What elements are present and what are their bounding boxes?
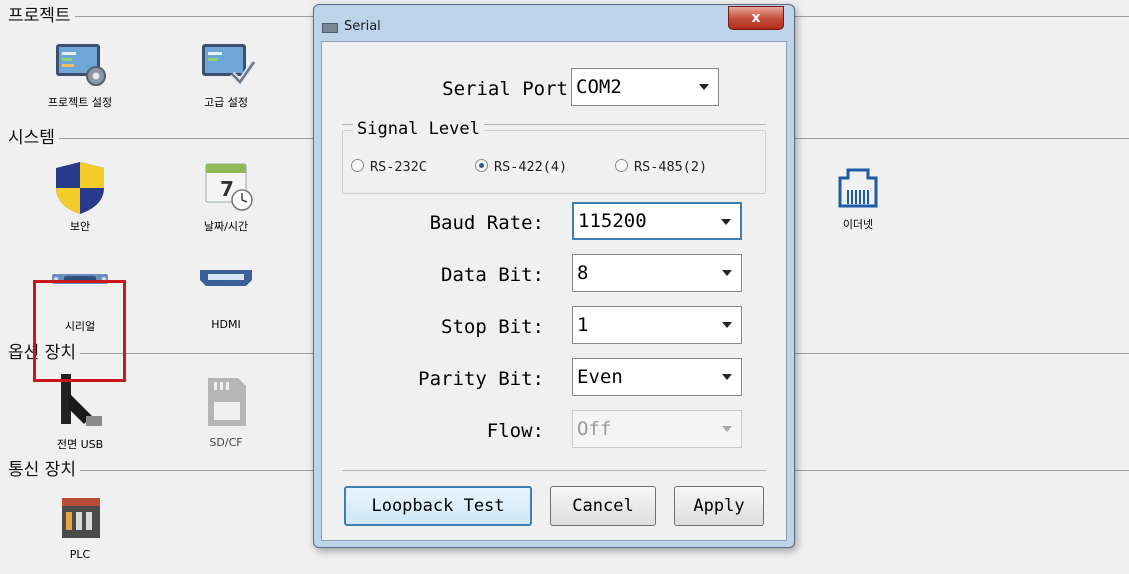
tile-plc[interactable]: PLC xyxy=(30,492,130,561)
data-bit-select[interactable]: 8 xyxy=(572,254,742,292)
project-settings-icon xyxy=(48,40,112,88)
close-button[interactable]: x xyxy=(728,6,784,30)
section-title-project: 프로젝트 xyxy=(8,6,75,26)
radio-label: RS-485(2) xyxy=(634,159,708,175)
section-title-system: 시스템 xyxy=(8,128,59,148)
radio-off-icon xyxy=(351,159,364,172)
tile-date-time[interactable]: 7 날짜/시간 xyxy=(176,160,276,234)
signal-level-title: Signal Level xyxy=(353,119,484,139)
tile-sd-cf[interactable]: SD/CF xyxy=(176,372,276,449)
parity-bit-select[interactable]: Even xyxy=(572,358,742,396)
serial-dialog: Serial x Serial Port COM2 Signal Level R… xyxy=(313,4,795,548)
plc-icon xyxy=(48,492,112,542)
chevron-down-icon xyxy=(722,426,732,432)
chevron-down-icon xyxy=(721,219,731,225)
radio-label: RS-422(4) xyxy=(494,159,568,175)
stop-bit-value: 1 xyxy=(577,314,589,336)
flow-label: Flow: xyxy=(486,420,544,442)
radio-rs422[interactable]: RS-422(4) xyxy=(475,159,567,175)
signal-level-group: Signal Level RS-232C RS-422(4) RS-485(2) xyxy=(342,119,766,194)
serial-port-label: Serial Port xyxy=(442,78,568,100)
separator xyxy=(342,470,766,471)
flow-select: Off xyxy=(572,410,742,448)
dialog-title: Serial xyxy=(344,19,381,34)
hdmi-port-icon xyxy=(194,264,258,304)
tile-label: 날짜/시간 xyxy=(203,220,249,233)
tile-label: 고급 설정 xyxy=(204,96,248,109)
apply-button[interactable]: Apply xyxy=(674,486,764,526)
cancel-button[interactable]: Cancel xyxy=(550,486,656,526)
radio-off-icon xyxy=(615,159,628,172)
data-bit-value: 8 xyxy=(577,262,589,284)
loopback-test-button[interactable]: Loopback Test xyxy=(344,486,532,526)
tile-label: 전면 USB xyxy=(56,438,104,451)
sd-card-icon xyxy=(194,372,258,430)
baud-rate-label: Baud Rate: xyxy=(429,212,544,234)
chevron-down-icon xyxy=(722,270,732,276)
tile-label: HDMI xyxy=(211,318,241,331)
stop-bit-label: Stop Bit: xyxy=(441,316,544,338)
stop-bit-select[interactable]: 1 xyxy=(572,306,742,344)
tile-advanced-settings[interactable]: 고급 설정 xyxy=(176,40,276,110)
tile-front-usb[interactable]: 전면 USB xyxy=(30,372,130,452)
ethernet-port-icon xyxy=(826,162,890,210)
tile-label: 프로젝트 설정 xyxy=(47,96,113,109)
tile-hdmi[interactable]: HDMI xyxy=(176,264,276,331)
parity-bit-label: Parity Bit: xyxy=(418,368,544,390)
tile-label: PLC xyxy=(69,548,91,561)
serial-window-icon xyxy=(322,23,338,33)
tile-label: 보안 xyxy=(69,220,91,233)
chevron-down-icon xyxy=(699,84,709,90)
section-title-comm-device: 통신 장치 xyxy=(8,460,80,480)
chevron-down-icon xyxy=(722,374,732,380)
tile-label: SD/CF xyxy=(209,436,243,449)
dialog-body: Serial Port COM2 Signal Level RS-232C RS… xyxy=(321,41,787,541)
serial-highlight-box xyxy=(33,280,126,382)
radio-rs485[interactable]: RS-485(2) xyxy=(615,159,707,175)
dialog-titlebar[interactable]: Serial x xyxy=(314,5,794,41)
data-bit-label: Data Bit: xyxy=(441,264,544,286)
tile-project-settings[interactable]: 프로젝트 설정 xyxy=(30,40,130,110)
baud-rate-value: 115200 xyxy=(578,210,647,232)
flow-value: Off xyxy=(577,418,612,440)
chevron-down-icon xyxy=(722,322,732,328)
advanced-settings-icon xyxy=(194,40,258,88)
radio-label: RS-232C xyxy=(370,159,427,175)
serial-port-select[interactable]: COM2 xyxy=(571,68,719,106)
baud-rate-select[interactable]: 115200 xyxy=(572,202,742,240)
tile-label: 이더넷 xyxy=(842,218,874,231)
tile-ethernet[interactable]: 이더넷 xyxy=(808,162,908,232)
radio-rs232c[interactable]: RS-232C xyxy=(351,159,427,175)
serial-port-value: COM2 xyxy=(576,76,622,98)
tile-security[interactable]: 보안 xyxy=(30,160,130,234)
radio-on-icon xyxy=(475,159,488,172)
parity-bit-value: Even xyxy=(577,366,623,388)
shield-icon xyxy=(48,160,112,216)
calendar-clock-icon: 7 xyxy=(194,160,258,216)
